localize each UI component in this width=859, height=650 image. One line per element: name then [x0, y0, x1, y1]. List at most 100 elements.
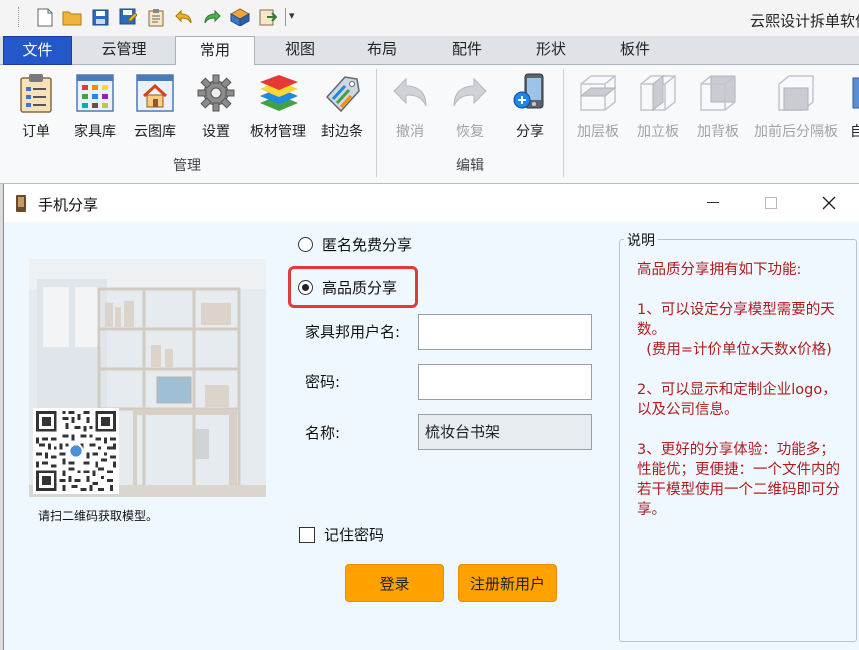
anonymous-share-option[interactable]: 匿名免费分享: [298, 234, 412, 255]
username-label: 家具邦用户名:: [305, 323, 401, 341]
name-label: 名称:: [305, 424, 341, 442]
add-divider-board-button[interactable]: 加前后分隔板: [750, 73, 842, 145]
add-divider-board-label: 加前后分隔板: [754, 124, 838, 140]
gear-icon: [196, 73, 236, 113]
new-file-icon[interactable]: [35, 7, 55, 27]
add-back-board-label: 加背板: [697, 124, 739, 140]
undo-button[interactable]: 撤消: [390, 73, 430, 145]
add-vertical-board-label: 加立板: [637, 124, 679, 140]
undo-icon[interactable]: [174, 7, 194, 27]
clipboard-icon: [16, 73, 56, 113]
package-icon[interactable]: [230, 7, 250, 27]
undo-label: 撤消: [396, 124, 424, 140]
maximize-button[interactable]: [742, 184, 800, 222]
order-button[interactable]: 订单: [14, 73, 58, 145]
redo-button[interactable]: 恢复: [450, 73, 490, 145]
order-label: 订单: [22, 124, 50, 140]
quick-access-toolbar: ▾ 云熙设计拆单软件: [0, 0, 859, 36]
share-button[interactable]: 分享: [510, 73, 550, 145]
high-quality-share-option[interactable]: 高品质分享: [298, 277, 397, 298]
username-input[interactable]: [418, 314, 592, 350]
vertical-board-icon: [638, 73, 678, 113]
remember-password-option[interactable]: 记住密码: [299, 524, 384, 545]
layers-icon: [258, 73, 298, 113]
tab-view[interactable]: 视图: [270, 36, 330, 65]
group-edit-label: 编辑: [456, 158, 484, 174]
redo-icon[interactable]: [202, 7, 222, 27]
toolbar-separator: [285, 8, 286, 26]
tab-board[interactable]: 板件: [605, 36, 665, 65]
custom-button[interactable]: 自: [850, 73, 859, 145]
password-label: 密码:: [305, 373, 341, 391]
mobile-share-dialog: 手机分享 请扫二维码获取模型。 匿名免费分享 高品质分享 家具邦用户名: 密码:…: [3, 184, 859, 650]
remember-password-checkbox[interactable]: [299, 526, 315, 543]
high-quality-share-label: 高品质分享: [322, 279, 398, 297]
tab-shape[interactable]: 形状: [521, 36, 581, 65]
ribbon-tabs: 文件 云管理 常用 视图 布局 配件 形状 板件: [0, 36, 859, 66]
qr-code-image: [33, 408, 119, 494]
add-back-board-button[interactable]: 加背板: [694, 73, 742, 145]
add-shelf-board-label: 加层板: [577, 124, 619, 140]
tab-cloud-manage[interactable]: 云管理: [86, 36, 162, 65]
dialog-title: 手机分享: [38, 196, 99, 214]
settings-button[interactable]: 设置: [194, 73, 238, 145]
qr-caption: 请扫二维码获取模型。: [38, 509, 159, 523]
group-separator: [563, 69, 564, 177]
board-management-label: 板材管理: [250, 124, 306, 140]
furniture-library-label: 家具库: [74, 124, 116, 140]
group-separator: [376, 69, 377, 177]
redo-icon: [450, 73, 490, 113]
login-button[interactable]: 登录: [345, 564, 444, 602]
remember-password-label: 记住密码: [324, 526, 385, 544]
palette-grid-icon: [75, 73, 115, 113]
password-input[interactable]: [418, 364, 592, 400]
minimize-icon: [707, 202, 719, 203]
board-management-button[interactable]: 板材管理: [246, 73, 310, 145]
furniture-library-button[interactable]: 家具库: [70, 73, 120, 145]
save-as-icon[interactable]: [118, 7, 138, 27]
edge-banding-label: 封边条: [321, 124, 363, 140]
phone-icon: [14, 195, 28, 212]
back-board-icon: [698, 73, 738, 113]
divider-board-icon: [776, 73, 816, 113]
maximize-icon: [765, 197, 777, 209]
tab-layout[interactable]: 布局: [352, 36, 412, 65]
undo-icon: [390, 73, 430, 113]
close-icon: [822, 196, 836, 210]
tab-common[interactable]: 常用: [175, 36, 255, 66]
anonymous-share-radio[interactable]: [298, 237, 313, 252]
add-vertical-board-button[interactable]: 加立板: [634, 73, 682, 145]
save-icon[interactable]: [90, 7, 110, 27]
add-shelf-board-button[interactable]: 加层板: [574, 73, 622, 145]
export-icon[interactable]: [258, 7, 278, 27]
group-manage-label: 管理: [173, 158, 201, 174]
redo-label: 恢复: [456, 124, 484, 140]
tab-file[interactable]: 文件: [3, 36, 72, 65]
tag-icon: [322, 73, 362, 113]
share-label: 分享: [516, 124, 544, 140]
register-button[interactable]: 注册新用户: [458, 564, 557, 602]
clipboard-icon[interactable]: [146, 7, 166, 27]
app-title: 云熙设计拆单软件: [750, 12, 859, 30]
phone-share-icon: [510, 73, 550, 113]
tab-accessories[interactable]: 配件: [437, 36, 497, 65]
grip-handle: [18, 7, 20, 27]
customize-dropdown-icon[interactable]: ▾: [289, 9, 295, 22]
house-icon: [135, 73, 175, 113]
custom-label: 自: [850, 124, 859, 140]
settings-label: 设置: [202, 124, 230, 140]
cloud-gallery-button[interactable]: 云图库: [130, 73, 180, 145]
shelf-board-icon: [578, 73, 618, 113]
edge-banding-button[interactable]: 封边条: [318, 73, 366, 145]
custom-icon: [850, 73, 859, 113]
open-folder-icon[interactable]: [62, 7, 82, 27]
high-quality-share-radio[interactable]: [298, 280, 313, 295]
name-field[interactable]: 梳妆台书架: [418, 414, 592, 450]
close-button[interactable]: [800, 184, 858, 222]
minimize-button[interactable]: [684, 184, 742, 222]
description-text: 高品质分享拥有如下功能: 1、可以设定分享模型需要的天数。 (费用=计价单位x天…: [637, 262, 840, 518]
anonymous-share-label: 匿名免费分享: [322, 236, 413, 254]
description-legend: 说明: [624, 230, 658, 250]
ribbon-panel: 订单 家具库 云图库 设置 板材管理 封边条 管理 撤消 恢复 分享 编辑 加层…: [0, 65, 859, 184]
dialog-titlebar: 手机分享: [4, 184, 859, 222]
